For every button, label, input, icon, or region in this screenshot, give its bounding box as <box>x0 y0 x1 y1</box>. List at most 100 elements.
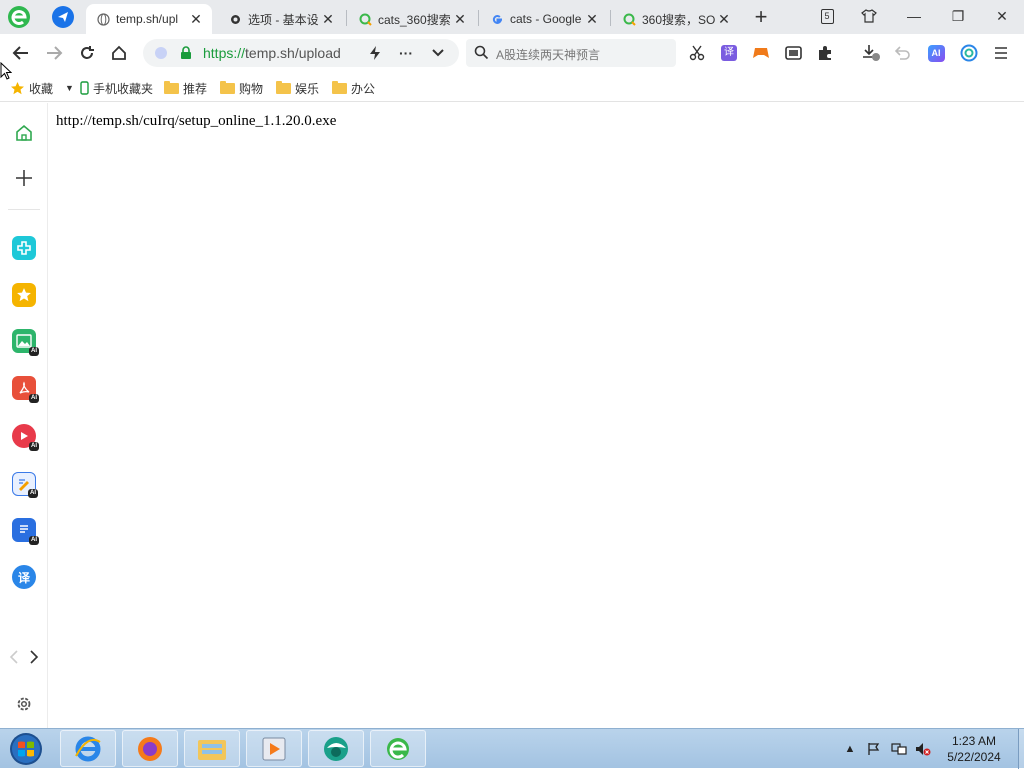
menu-icon[interactable] <box>990 42 1012 64</box>
chevron-down-icon[interactable] <box>431 45 445 62</box>
lock-icon[interactable] <box>179 46 193 65</box>
tab-close-icon[interactable]: ✕ <box>584 11 600 27</box>
back-button[interactable] <box>10 42 32 64</box>
plus-tool-icon[interactable] <box>11 235 37 261</box>
side-divider <box>8 209 40 210</box>
chevron-down-icon[interactable]: ▼ <box>65 83 74 93</box>
mouse-cursor-icon <box>0 61 13 85</box>
taskbar-ie-icon[interactable] <box>60 730 116 767</box>
new-tab-button[interactable]: + <box>750 4 772 29</box>
start-button[interactable] <box>6 731 46 767</box>
address-bar[interactable]: https://temp.sh/upload ··· <box>143 39 459 67</box>
ai-video-icon[interactable]: AI <box>11 423 39 451</box>
wardrobe-icon[interactable] <box>848 0 890 32</box>
browser-logo-icon[interactable] <box>6 4 32 30</box>
network-icon[interactable] <box>888 729 910 769</box>
volume-muted-icon[interactable] <box>912 729 934 769</box>
tab-label: 选项 - 基本设 <box>248 12 319 27</box>
tab-close-icon[interactable]: ✕ <box>452 11 468 27</box>
folder-icon <box>332 80 347 94</box>
browser-window: temp.sh/upl ✕ 选项 - 基本设 ✕ cats_360搜索 ✕ ca… <box>0 0 1024 728</box>
tab-close-icon[interactable]: ✕ <box>716 11 732 27</box>
lightning-icon[interactable] <box>369 45 381 64</box>
system-clock[interactable]: 1:23 AM 5/22/2024 <box>934 733 1014 765</box>
bookmark-folder-shopping[interactable]: 购物 <box>220 79 263 97</box>
tab-options[interactable]: 选项 - 基本设 ✕ <box>218 4 344 34</box>
url-text[interactable]: https://temp.sh/upload <box>203 45 341 61</box>
ai-icon[interactable]: AI <box>925 42 947 64</box>
ai-pdf-icon[interactable]: AI <box>11 375 39 403</box>
back-arrow-icon <box>12 46 28 60</box>
settings-gear-icon[interactable] <box>11 691 37 717</box>
forward-button[interactable] <box>43 42 65 64</box>
360-icon[interactable] <box>958 42 980 64</box>
globe-icon <box>96 12 110 26</box>
ai-write-icon[interactable]: AI <box>11 471 38 498</box>
translate-side-icon[interactable]: 译 <box>11 564 37 590</box>
taskbar-360-browser-icon[interactable] <box>308 730 364 767</box>
tab-close-icon[interactable]: ✕ <box>320 11 336 27</box>
favorites-star-icon[interactable] <box>11 282 37 308</box>
show-hidden-icons-button[interactable]: ▲ <box>842 729 858 769</box>
360-search-icon <box>622 12 636 26</box>
chevron-right-icon[interactable] <box>26 644 42 670</box>
action-center-flag-icon[interactable] <box>864 729 884 769</box>
wallet-icon[interactable] <box>782 42 804 64</box>
minimize-button[interactable]: — <box>893 0 935 32</box>
home-button[interactable] <box>108 42 130 64</box>
bookmarks-bar: 收藏 ▼ 手机收藏夹 推荐 购物 娱乐 办公 <box>0 72 1024 102</box>
tab-label: temp.sh/upl <box>116 12 179 26</box>
page-content: http://temp.sh/cuIrq/setup_online_1.1.20… <box>48 103 1024 728</box>
tab-label: 360搜索，SO <box>642 12 716 27</box>
download-icon[interactable] <box>860 42 882 64</box>
folder-icon <box>220 80 235 94</box>
ai-doc-icon[interactable]: AI <box>11 517 39 545</box>
side-panel: AI AI AI AI AI 译 <box>0 103 48 728</box>
close-window-button[interactable]: ✕ <box>981 0 1023 32</box>
side-home-icon[interactable] <box>11 120 37 146</box>
show-desktop-button[interactable] <box>1018 729 1024 769</box>
bookmark-folder-office[interactable]: 办公 <box>332 79 375 97</box>
bookmark-folder-entertainment[interactable]: 娱乐 <box>276 79 319 97</box>
tab-label: cats_360搜索 <box>378 12 451 27</box>
folder-icon <box>276 80 291 94</box>
chevron-left-icon[interactable] <box>6 644 22 670</box>
taskbar-explorer-icon[interactable] <box>184 730 240 767</box>
bookmark-mobile[interactable]: 手机收藏夹 <box>80 79 153 97</box>
pinned-tab-telegram[interactable] <box>52 6 74 28</box>
bookmark-favorites[interactable]: 收藏 ▼ <box>10 79 74 97</box>
restore-button[interactable]: ❐ <box>937 0 979 32</box>
taskbar: ▲ 1:23 AM 5/22/2024 <box>0 728 1024 769</box>
translate-icon[interactable]: 译 <box>718 42 740 64</box>
tab-label: cats - Google <box>510 12 582 26</box>
extensions-icon[interactable] <box>814 42 836 64</box>
tab-cats-360[interactable]: cats_360搜索 ✕ <box>348 4 476 34</box>
security-shield-icon[interactable] <box>155 47 167 59</box>
undo-icon[interactable] <box>892 42 914 64</box>
reload-icon <box>81 46 94 59</box>
tab-cats-google[interactable]: cats - Google ✕ <box>480 4 608 34</box>
tab-close-icon[interactable]: ✕ <box>188 11 204 27</box>
taskbar-media-player-icon[interactable] <box>246 730 302 767</box>
search-box[interactable]: A股连续两天神预言 <box>466 39 676 67</box>
telegram-icon <box>58 12 68 22</box>
bookmark-folder-recommend[interactable]: 推荐 <box>164 79 207 97</box>
ai-image-icon[interactable]: AI <box>11 328 39 356</box>
more-icon[interactable]: ··· <box>399 45 413 61</box>
uploaded-file-url[interactable]: http://temp.sh/cuIrq/setup_online_1.1.20… <box>56 113 336 130</box>
home-icon <box>112 45 126 60</box>
reload-button[interactable] <box>76 42 98 64</box>
taskbar-360se-icon[interactable] <box>370 730 426 767</box>
windows-logo-icon <box>10 733 42 765</box>
game-icon[interactable] <box>750 42 772 64</box>
gear-icon <box>228 12 242 26</box>
search-placeholder: A股连续两天神预言 <box>496 48 601 62</box>
tab-360-so[interactable]: 360搜索，SO ✕ <box>612 4 740 34</box>
taskbar-firefox-icon[interactable] <box>122 730 178 767</box>
side-add-icon[interactable] <box>11 165 37 191</box>
phone-icon <box>80 81 89 95</box>
skin-button[interactable]: 5 <box>806 0 848 32</box>
scissors-icon[interactable] <box>686 42 708 64</box>
tab-strip: temp.sh/upl ✕ 选项 - 基本设 ✕ cats_360搜索 ✕ ca… <box>0 0 1024 34</box>
tab-temp-sh[interactable]: temp.sh/upl ✕ <box>86 4 212 34</box>
